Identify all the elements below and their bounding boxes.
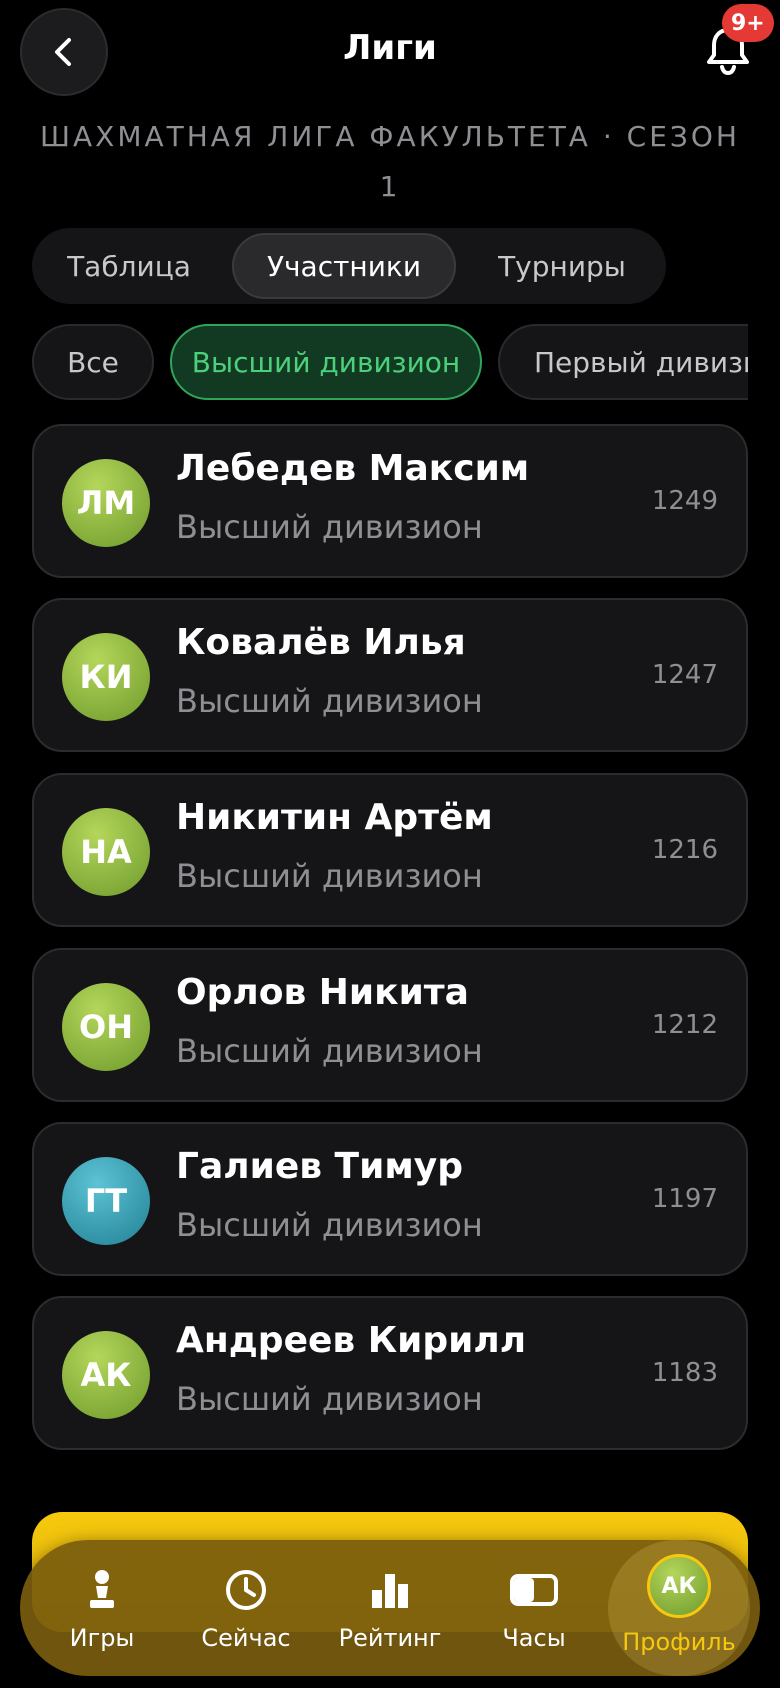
avatar: НА <box>62 808 150 896</box>
participant-name: Никитин Артём <box>176 797 493 838</box>
participant-card[interactable]: ОН Орлов Никита Высший дивизион 1212 <box>32 948 748 1102</box>
participant-division: Высший дивизион <box>176 857 483 895</box>
filter-top-division[interactable]: Высший дивизион <box>170 324 482 400</box>
participant-name: Галиев Тимур <box>176 1146 463 1187</box>
participant-name: Орлов Никита <box>176 972 469 1013</box>
filter-all[interactable]: Все <box>32 324 154 400</box>
chess-clock-icon <box>510 1574 558 1606</box>
clock-icon <box>226 1570 266 1610</box>
avatar: ГТ <box>62 1157 150 1245</box>
participant-card[interactable]: АК Андреев Кирилл Высший дивизион 1183 <box>32 1296 748 1450</box>
avatar: АК <box>647 1554 711 1618</box>
participant-card[interactable]: ГТ Галиев Тимур Высший дивизион 1197 <box>32 1122 748 1276</box>
header: Лиги 9+ <box>0 0 780 110</box>
participant-division: Высший дивизион <box>176 1206 483 1244</box>
bottom-nav: Игры Сейчас Рейтинг Часы АК Профиль <box>20 1540 760 1676</box>
tab-participants[interactable]: Участники <box>232 233 456 299</box>
participant-division: Высший дивизион <box>176 682 483 720</box>
nav-rating[interactable]: Рейтинг <box>320 1540 460 1676</box>
participant-card[interactable]: НА Никитин Артём Высший дивизион 1216 <box>32 773 748 927</box>
page-title: Лиги <box>343 28 437 68</box>
nav-now[interactable]: Сейчас <box>176 1540 316 1676</box>
notification-badge: 9+ <box>722 4 774 42</box>
segment-tabs: Таблица Участники Турниры <box>32 228 666 304</box>
participant-rating: 1197 <box>651 1184 718 1214</box>
participant-name: Ковалёв Илья <box>176 622 466 663</box>
avatar: АК <box>62 1331 150 1419</box>
nav-profile[interactable]: АК Профиль <box>608 1540 750 1676</box>
nav-clock[interactable]: Часы <box>464 1540 604 1676</box>
bar-chart-icon <box>372 1574 408 1608</box>
avatar: ОН <box>62 983 150 1071</box>
nav-label: Часы <box>502 1624 566 1652</box>
participant-rating: 1183 <box>651 1358 718 1388</box>
division-filter: Все Высший дивизион Первый дивизион <box>32 324 748 400</box>
participant-rating: 1216 <box>651 835 718 865</box>
nav-label: Сейчас <box>201 1624 291 1652</box>
participant-rating: 1212 <box>651 1010 718 1040</box>
participant-name: Лебедев Максим <box>176 448 530 489</box>
league-subtitle: ШАХМАТНАЯ ЛИГА ФАКУЛЬТЕТА · СЕЗОН 1 <box>40 120 740 203</box>
filter-first-division[interactable]: Первый дивизион <box>498 324 748 400</box>
participant-division: Высший дивизион <box>176 1032 483 1070</box>
nav-label: Игры <box>69 1624 135 1652</box>
nav-label: Рейтинг <box>338 1624 442 1652</box>
participant-name: Андреев Кирилл <box>176 1320 527 1361</box>
participant-division: Высший дивизион <box>176 508 483 546</box>
nav-label: Профиль <box>622 1628 736 1656</box>
participant-rating: 1249 <box>651 486 718 516</box>
participant-card[interactable]: КИ Ковалёв Илья Высший дивизион 1247 <box>32 598 748 752</box>
pawn-icon <box>90 1570 114 1608</box>
participant-card[interactable]: ЛМ Лебедев Максим Высший дивизион 1249 <box>32 424 748 578</box>
tab-table[interactable]: Таблица <box>40 233 218 299</box>
avatar: КИ <box>62 633 150 721</box>
nav-games[interactable]: Игры <box>32 1540 172 1676</box>
tab-tournaments[interactable]: Турниры <box>466 233 658 299</box>
participant-rating: 1247 <box>651 660 718 690</box>
avatar: ЛМ <box>62 459 150 547</box>
participant-division: Высший дивизион <box>176 1380 483 1418</box>
